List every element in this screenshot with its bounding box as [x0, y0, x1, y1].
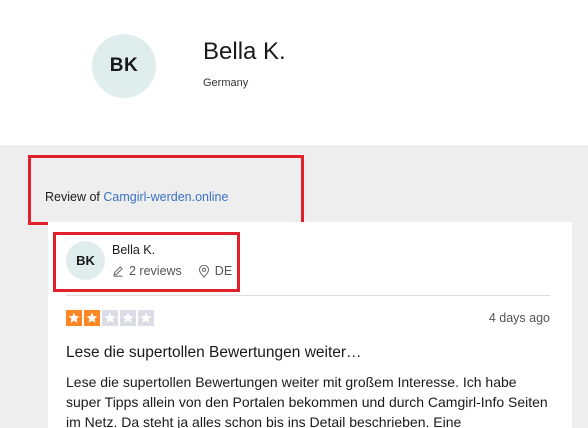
- divider: [66, 295, 550, 296]
- country-code: DE: [214, 264, 233, 278]
- reviews-count-text: 2 reviews: [129, 264, 182, 278]
- review-body: Lese die supertollen Bewertungen weiter …: [66, 374, 548, 428]
- star-filled-icon: [66, 310, 82, 326]
- review-title[interactable]: Lese die supertollen Bewertungen weiter…: [66, 344, 362, 362]
- profile-avatar: BK: [92, 34, 156, 98]
- reviewer-country: DE: [198, 264, 232, 278]
- profile-header: BK Bella K. Germany: [0, 0, 588, 145]
- reviewer-meta: 2 reviews DE: [112, 264, 248, 278]
- star-empty-icon: [138, 310, 154, 326]
- star-empty-icon: [120, 310, 136, 326]
- company-link[interactable]: Camgirl-werden.online: [103, 190, 228, 204]
- star-empty-icon: [102, 310, 118, 326]
- review-of-line: Review of Camgirl-werden.online: [45, 190, 228, 204]
- profile-country: Germany: [203, 77, 249, 89]
- pencil-icon: [113, 266, 123, 277]
- review-date: 4 days ago: [488, 311, 550, 325]
- reviews-count: 2 reviews: [112, 264, 182, 278]
- reviewer-avatar[interactable]: BK: [66, 241, 105, 280]
- reviewer-name[interactable]: Bella K.: [112, 243, 155, 257]
- location-pin-icon: [198, 264, 209, 278]
- star-filled-icon: [84, 310, 100, 326]
- review-of-prefix: Review of: [45, 190, 100, 204]
- profile-name: Bella K.: [203, 38, 286, 65]
- star-rating: [66, 310, 156, 326]
